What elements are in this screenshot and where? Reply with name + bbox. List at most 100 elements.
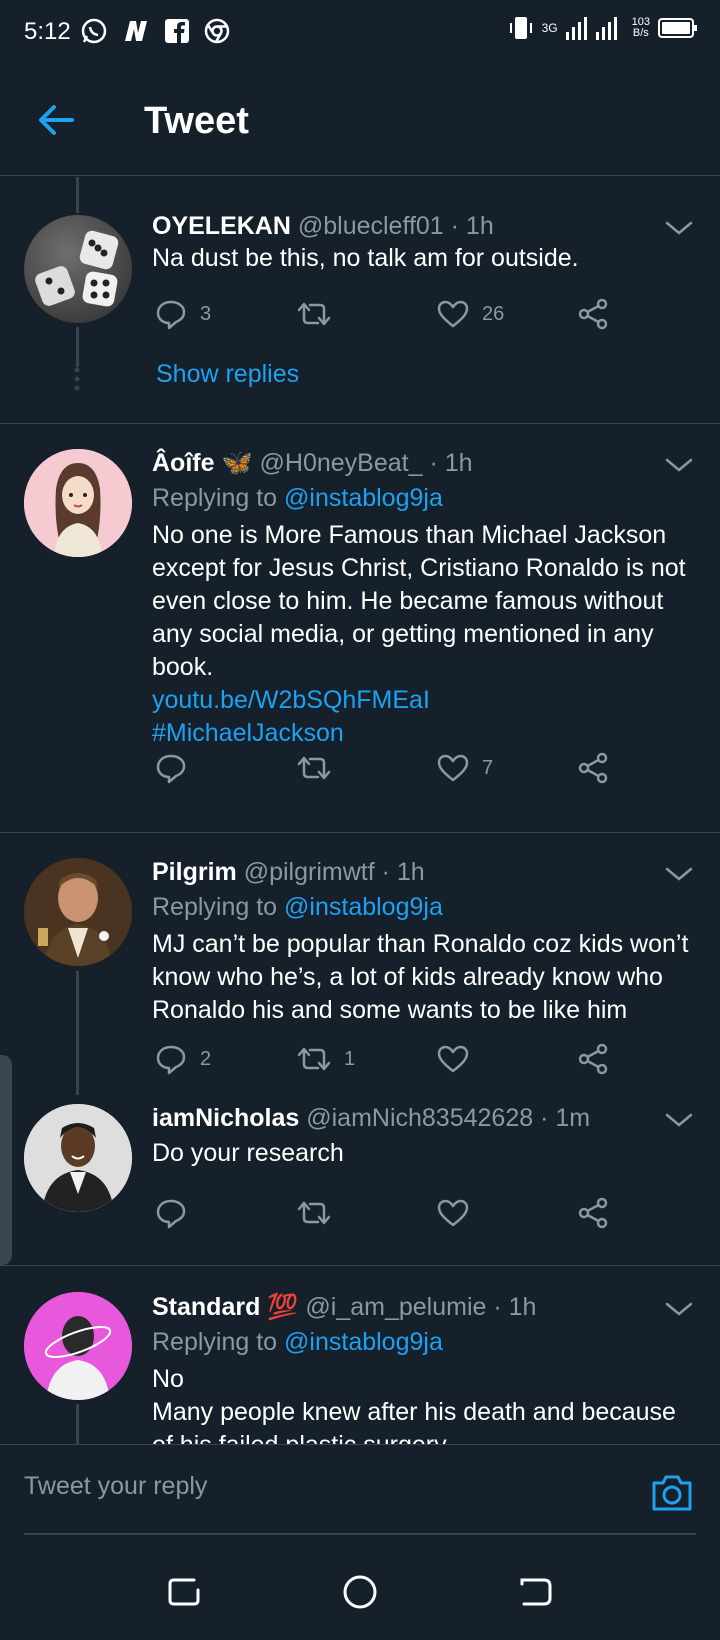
page-title: Tweet [144,100,249,142]
chevron-down-icon[interactable] [664,1109,694,1131]
retweet-button[interactable] [296,1193,344,1233]
tweet-actions: 2 1 [152,1039,632,1079]
like-button[interactable]: 7 [436,748,493,788]
reply-count: 2 [200,1047,212,1070]
retweet-count: 1 [344,1047,356,1070]
reply-button[interactable] [154,748,200,788]
like-button[interactable] [436,1039,482,1079]
retweet-icon [297,1201,331,1225]
chevron-down-icon[interactable] [664,454,694,476]
reply-input[interactable] [24,1461,624,1511]
tweet-header: Pilgrim @pilgrimwtf · 1h [152,858,425,887]
mention-link[interactable]: @instablog9ja [284,893,443,921]
share-button[interactable] [576,1039,610,1079]
retweet-icon [297,756,331,780]
status-bar: 5:12 3G 103 B/s [0,0,720,64]
show-replies-link[interactable]: Show replies [156,360,299,389]
reply-composer [0,1444,720,1540]
share-button[interactable] [576,294,610,334]
network-type: 3G [541,20,558,35]
network-speed: 103 B/s [631,16,650,39]
share-icon [578,298,608,330]
tweet-aoife[interactable]: Âoîfe 🦋 @H0neyBeat_ · 1h Replying to @in… [0,424,720,832]
tweet-actions: 7 [152,748,632,788]
hashtag-link[interactable]: #MichaelJackson [152,717,697,750]
display-name[interactable]: Standard 💯 [152,1293,298,1321]
avatar[interactable] [24,449,132,557]
share-button[interactable] [576,748,610,788]
display-name[interactable]: OYELEKAN [152,212,291,240]
avatar[interactable] [24,1292,132,1400]
handle-time: @pilgrimwtf · 1h [243,858,425,886]
tweet-text: MJ can’t be popular than Ronaldo coz kid… [152,930,689,1024]
mention-link[interactable]: @instablog9ja [284,1328,443,1356]
system-navigation-bar [0,1540,720,1640]
camera-icon[interactable] [650,1473,694,1513]
tweet-pilgrim[interactable]: Pilgrim @pilgrimwtf · 1h Replying to @in… [0,833,720,1095]
tweet-text: Do your research [152,1139,344,1167]
tweet-standard[interactable]: Standard 💯 @i_am_pelumie · 1h Replying t… [0,1266,720,1444]
tweet-header: OYELEKAN @bluecleff01 · 1h [152,212,494,241]
share-icon [578,1043,608,1075]
avatar[interactable] [24,215,132,323]
display-name[interactable]: Âoîfe 🦋 [152,449,253,477]
home-icon[interactable] [340,1572,380,1612]
retweet-button[interactable] [296,748,344,788]
handle-time: @H0neyBeat_ · 1h [259,449,473,477]
avatar[interactable] [24,858,132,966]
back-arrow-icon[interactable] [34,98,78,142]
reply-icon [156,1199,186,1229]
thread-line [76,177,79,213]
handle-time: @iamNich83542628 · 1m [306,1104,591,1132]
thread-dots-icon [74,367,80,391]
thread-line [76,327,79,367]
reply-button[interactable]: 2 [154,1039,211,1079]
tweet-header: Standard 💯 @i_am_pelumie · 1h [152,1293,536,1322]
like-icon [437,300,469,328]
like-icon [437,754,469,782]
retweet-icon [297,302,331,326]
retweet-button[interactable] [296,294,344,334]
tweet-oyelekan[interactable]: OYELEKAN @bluecleff01 · 1h Na dust be th… [0,177,720,423]
handle-time: @i_am_pelumie · 1h [305,1293,537,1321]
share-button[interactable] [576,1193,610,1233]
retweet-button[interactable]: 1 [296,1039,355,1079]
chevron-down-icon[interactable] [664,863,694,885]
url-link[interactable]: youtu.be/W2bSQhFMEaI [152,684,697,717]
display-name[interactable]: Pilgrim [152,858,237,886]
chevron-down-icon[interactable] [664,217,694,239]
display-name[interactable]: iamNicholas [152,1104,299,1132]
status-time: 5:12 [24,18,71,45]
replying-to: Replying to @instablog9ja [152,1328,443,1356]
like-button[interactable] [436,1193,482,1233]
chrome-icon [204,18,230,44]
battery-icon [658,18,697,38]
tweet-text: Na dust be this, no talk am for outside. [152,244,579,272]
tweet-header: Âoîfe 🦋 @H0neyBeat_ · 1h [152,449,473,478]
recents-icon[interactable] [164,1572,204,1612]
whatsapp-icon [81,18,107,44]
thread-line [76,971,79,1095]
system-icons: 3G 103 B/s [508,14,698,42]
thread-line [76,1404,79,1444]
avatar[interactable] [24,1104,132,1212]
tweet-text: No one is More Famous than Michael Jacks… [152,519,697,750]
reply-button[interactable] [154,1193,200,1233]
replying-to: Replying to @instablog9ja [152,893,443,921]
reply-icon [156,300,186,330]
tweet-header: iamNicholas @iamNich83542628 · 1m [152,1104,590,1133]
share-icon [578,752,608,784]
app-n-icon [125,21,147,41]
handle-time: @bluecleff01 · 1h [297,212,494,240]
mention-link[interactable]: @instablog9ja [284,484,443,512]
like-button[interactable]: 26 [436,294,504,334]
reply-button[interactable]: 3 [154,294,211,334]
edge-panel-handle[interactable] [0,1055,12,1265]
retweet-icon [297,1047,331,1071]
tweet-iamnicholas[interactable]: iamNicholas @iamNich83542628 · 1m Do you… [0,1095,720,1260]
chevron-down-icon[interactable] [664,1298,694,1320]
back-icon[interactable] [516,1572,556,1612]
reply-feed[interactable]: OYELEKAN @bluecleff01 · 1h Na dust be th… [0,177,720,1444]
replying-to: Replying to @instablog9ja [152,484,443,512]
like-icon [437,1199,469,1227]
